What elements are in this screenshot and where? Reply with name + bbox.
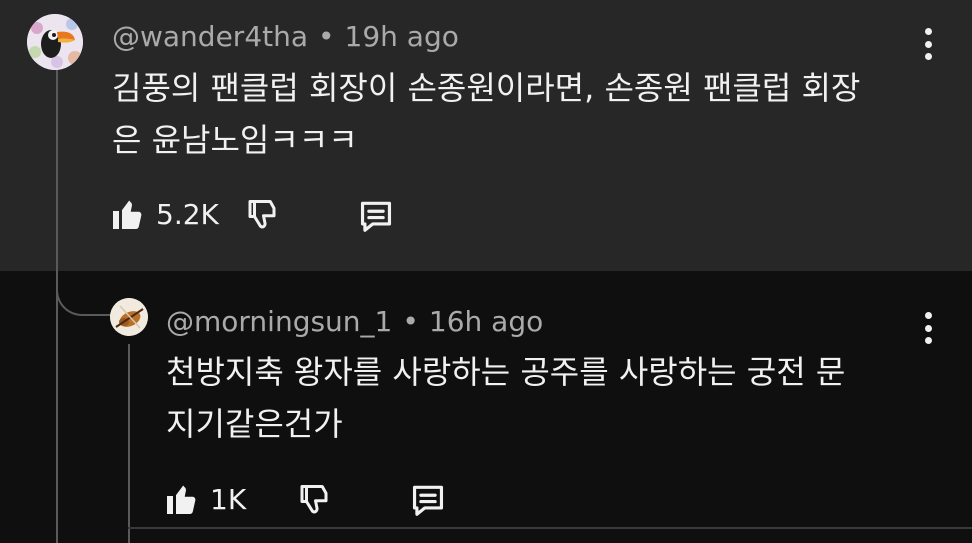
- avatar[interactable]: [110, 298, 148, 336]
- comment-line: 김풍의 팬클럽 회장이 손종원이라면, 손종원 팬클럽 회장: [112, 69, 861, 107]
- username[interactable]: @morningsun_1: [166, 305, 392, 338]
- dislike-button[interactable]: [244, 197, 280, 233]
- reply-icon: [412, 485, 444, 516]
- timestamp[interactable]: 16h ago: [429, 305, 543, 338]
- like-count: 5.2K: [156, 197, 219, 231]
- timestamp[interactable]: 19h ago: [345, 20, 459, 53]
- like-count: 1K: [210, 482, 247, 516]
- toucan-avatar-icon: [27, 14, 83, 70]
- violin-avatar-icon: [110, 298, 148, 336]
- more-vert-icon[interactable]: [922, 28, 934, 60]
- comments-thread: @wander4tha • 19h ago 김풍의 팬클럽 회장이 손종원이라면…: [0, 0, 972, 543]
- like-button[interactable]: 1K: [164, 481, 246, 517]
- reply-button[interactable]: [356, 197, 396, 235]
- thumb-down-icon: [300, 485, 328, 514]
- comment-line: 천방지축 왕자를 사랑하는 공주를 사랑하는 궁전 문: [166, 353, 846, 391]
- comment-meta: @wander4tha • 19h ago: [112, 16, 459, 56]
- separator: •: [318, 19, 335, 53]
- separator: •: [402, 304, 419, 338]
- reply-icon: [360, 201, 392, 232]
- comment-line: 은 윤남노임ㅋㅋㅋ: [112, 121, 358, 159]
- thumb-down-icon: [248, 200, 276, 229]
- thread-connector: [56, 268, 112, 316]
- comment-meta: @morningsun_1 • 16h ago: [166, 301, 543, 341]
- thumb-up-icon: [167, 485, 196, 514]
- dislike-button[interactable]: [296, 482, 332, 518]
- divider: [128, 527, 972, 529]
- comment-body: 천방지축 왕자를 사랑하는 공주를 사랑하는 궁전 문 지기같은건가: [166, 346, 845, 450]
- username[interactable]: @wander4tha: [112, 20, 308, 53]
- like-button[interactable]: 5.2K: [110, 196, 219, 232]
- avatar[interactable]: [27, 14, 83, 70]
- more-vert-icon[interactable]: [922, 312, 934, 344]
- thumb-up-icon: [113, 200, 142, 229]
- comment-line: 지기같은건가: [166, 405, 343, 443]
- comment-body: 김풍의 팬클럽 회장이 손종원이라면, 손종원 팬클럽 회장 은 윤남노임ㅋㅋㅋ: [112, 62, 860, 166]
- reply-button[interactable]: [408, 481, 448, 519]
- reply-thread-line: [128, 344, 130, 543]
- thread-line: [56, 70, 58, 543]
